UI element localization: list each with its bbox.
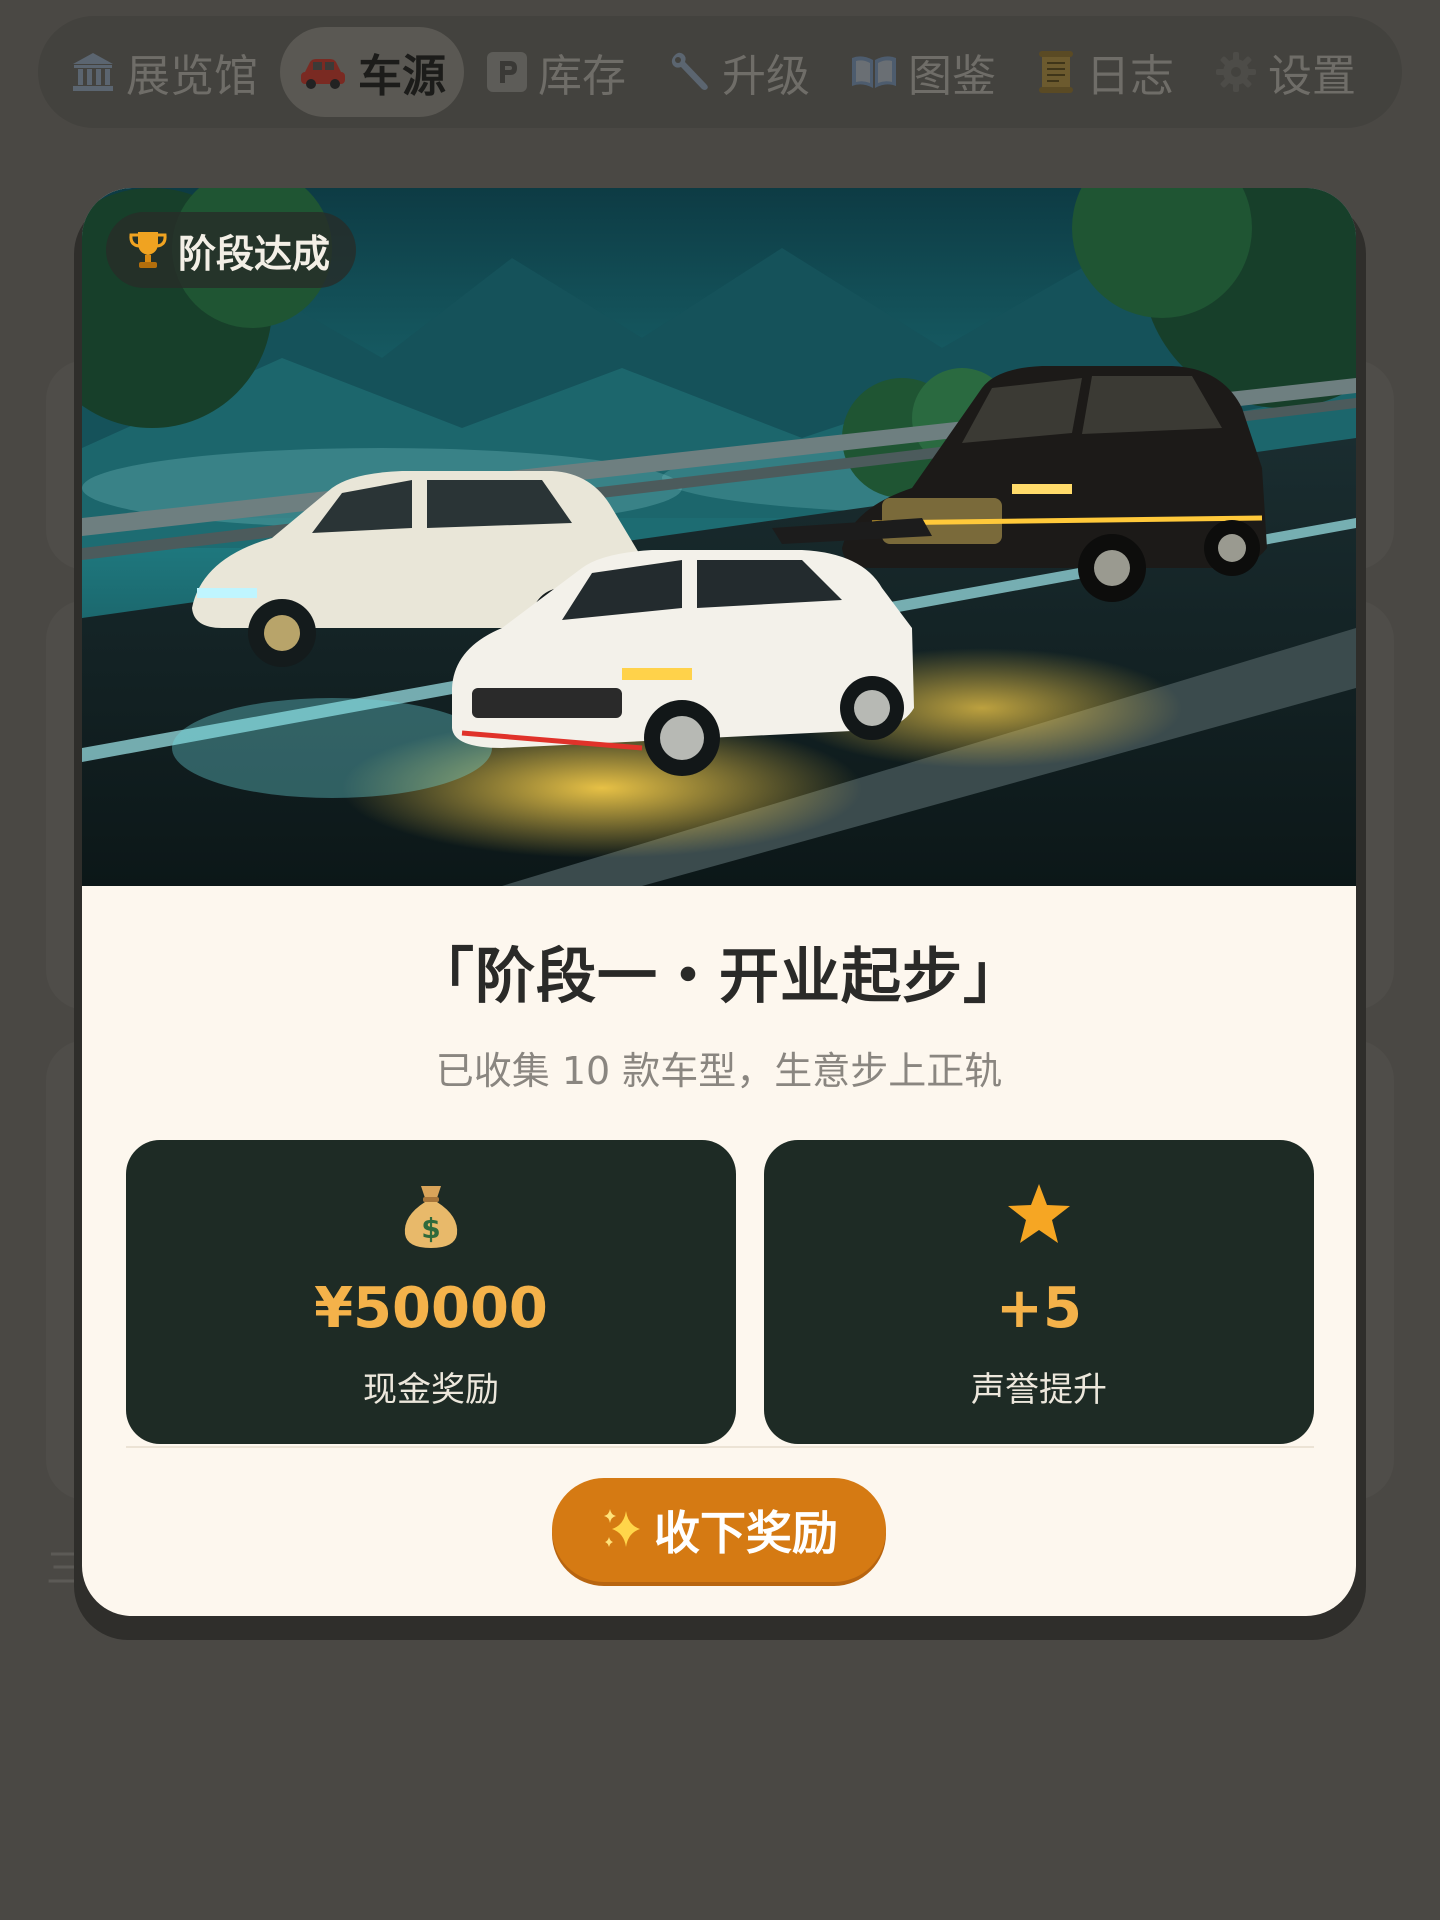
svg-text:$: $: [421, 1212, 440, 1245]
nav-item-log[interactable]: 日志: [1018, 27, 1192, 117]
nav-item-inventory[interactable]: 库存: [468, 27, 644, 117]
stage-complete-modal: 阶段达成 「阶段一・开业起步」 已收集 10 款车型，生意步上正轨 $ ¥500…: [82, 188, 1356, 1616]
reputation-reward-label: 声誉提升: [971, 1370, 1107, 1410]
car-icon: [298, 52, 348, 92]
trophy-icon: [128, 229, 168, 271]
nav-item-settings[interactable]: 设置: [1196, 27, 1374, 117]
parking-icon: [486, 51, 528, 93]
cash-reward-label: 现金奖励: [363, 1370, 499, 1410]
nav-label: 升级: [722, 51, 810, 102]
scroll-icon: [1036, 49, 1076, 95]
book-icon: [850, 52, 898, 92]
nav-label: 图鉴: [908, 51, 996, 102]
nav-label: 设置: [1268, 51, 1356, 102]
nav-label: 车源: [358, 51, 446, 102]
claim-button-label: 收下奖励: [654, 1506, 838, 1560]
nav-item-upgrade[interactable]: 升级: [648, 27, 828, 117]
nav-label: 日志: [1086, 51, 1174, 102]
nav-item-museum[interactable]: 展览馆: [52, 27, 276, 117]
museum-icon: [70, 49, 116, 95]
gear-icon: [1214, 50, 1258, 94]
nav-item-car-source[interactable]: 车源: [280, 27, 464, 117]
money-bag-icon: $: [126, 1182, 736, 1252]
reputation-reward-card: +5 声誉提升: [764, 1140, 1314, 1444]
divider: [126, 1446, 1314, 1448]
top-nav: 展览馆 车源 库存 升级 图鉴 日志 设置: [38, 16, 1402, 128]
stage-subtitle: 已收集 10 款车型，生意步上正轨: [435, 1049, 1003, 1093]
claim-reward-button[interactable]: 收下奖励: [552, 1478, 886, 1582]
stage-title: 「阶段一・开业起步」: [414, 942, 1024, 1012]
sparkle-icon: [600, 1507, 646, 1553]
nav-label: 展览馆: [126, 51, 258, 102]
hero-image: [82, 188, 1356, 886]
cash-reward-card: $ ¥50000 现金奖励: [126, 1140, 736, 1444]
stage-badge-label: 阶段达成: [178, 231, 331, 276]
cash-reward-value: ¥50000: [314, 1276, 548, 1341]
star-icon: [764, 1182, 1314, 1246]
app-root: 展览馆 车源 库存 升级 图鉴 日志 设置 三 阶段达成 「阶段一・开业起步」 …: [0, 0, 1440, 1920]
nav-label: 库存: [538, 51, 626, 102]
reputation-reward-value: +5: [996, 1276, 1082, 1341]
nav-item-collection[interactable]: 图鉴: [832, 27, 1014, 117]
stage-achieved-badge: 阶段达成: [106, 212, 357, 288]
wrench-icon: [666, 49, 712, 95]
